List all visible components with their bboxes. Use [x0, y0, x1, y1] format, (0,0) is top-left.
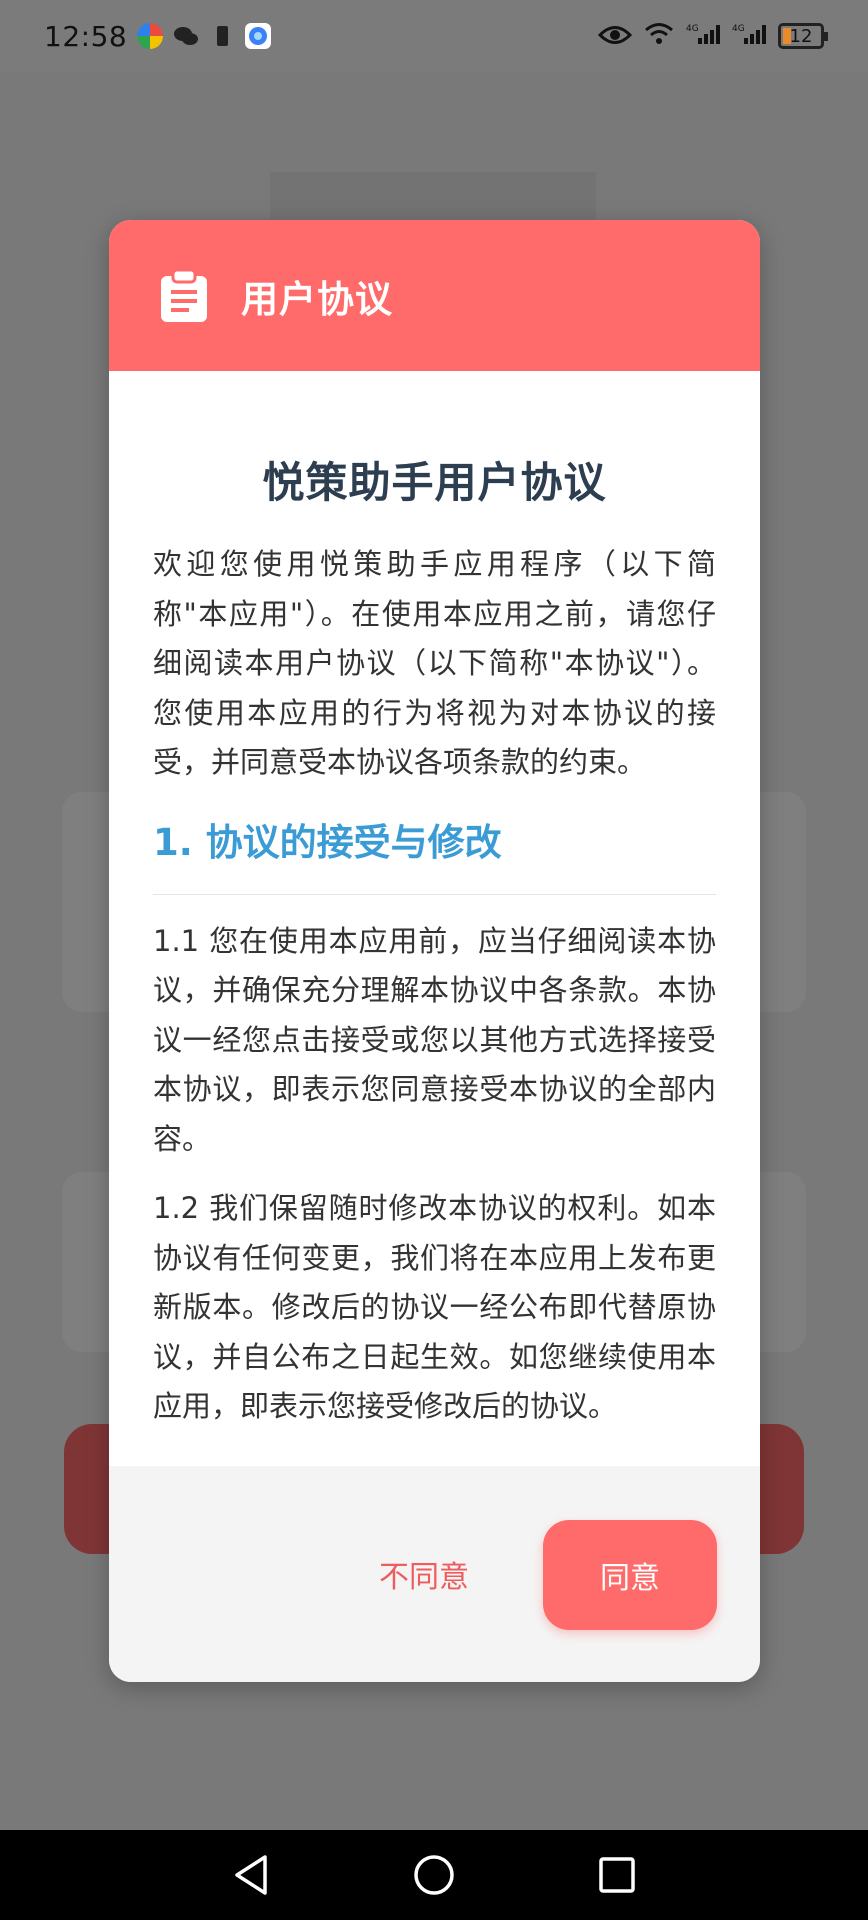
screen: 12:58 4G 4G 12 用户协议 悦策助手用户协议 欢迎您使用悦策助手应用… — [0, 0, 868, 1920]
eye-icon — [597, 20, 633, 53]
browser-app-icon — [245, 23, 272, 49]
recents-icon[interactable] — [591, 1849, 643, 1901]
sim-card-icon — [209, 23, 235, 49]
clause-1-1: 1.1 您在使用本应用前，应当仔细阅读本协议，并确保充分理解本协议中各条款。本协… — [153, 923, 716, 1156]
dialog-header: 用户协议 — [109, 220, 760, 371]
agreement-heading: 悦策助手用户协议 — [262, 458, 607, 507]
user-agreement-dialog: 用户协议 悦策助手用户协议 欢迎您使用悦策助手应用程序（以下简称"本应用"）。在… — [109, 220, 760, 1682]
svg-text:4G: 4G — [732, 24, 745, 34]
signal-icon-2: 4G — [732, 20, 766, 53]
clause-1-2: 1.2 我们保留随时修改本协议的权利。如本协议有任何变更，我们将在本应用上发布更… — [153, 1191, 716, 1423]
dialog-title: 用户协议 — [241, 277, 393, 321]
agreement-intro: 欢迎您使用悦策助手应用程序（以下简称"本应用"）。在使用本应用之前，请您仔细阅读… — [153, 547, 716, 779]
battery-level: 12 — [789, 25, 813, 47]
dialog-footer: 不同意 同意 — [109, 1466, 760, 1682]
home-icon[interactable] — [408, 1849, 460, 1901]
back-icon[interactable] — [225, 1849, 277, 1901]
agreement-content[interactable]: 悦策助手用户协议 欢迎您使用悦策助手应用程序（以下简称"本应用"）。在使用本应用… — [109, 371, 760, 1466]
clipboard-icon — [157, 268, 211, 324]
section-title: 1. 协议的接受与修改 — [153, 812, 716, 895]
navigation-bar — [0, 1830, 868, 1920]
battery-icon: 12 — [778, 23, 828, 49]
wechat-icon — [173, 23, 199, 49]
wifi-icon — [644, 20, 674, 53]
disagree-button[interactable]: 不同意 — [359, 1534, 489, 1614]
svg-text:4G: 4G — [686, 24, 699, 34]
status-time: 12:58 — [44, 19, 128, 53]
status-icons: 4G 4G 12 — [597, 20, 828, 53]
app-notification-icon — [137, 23, 164, 49]
status-bar: 12:58 4G 4G 12 — [0, 0, 868, 72]
agree-button[interactable]: 同意 — [543, 1520, 717, 1630]
signal-icon-1: 4G — [686, 20, 720, 53]
